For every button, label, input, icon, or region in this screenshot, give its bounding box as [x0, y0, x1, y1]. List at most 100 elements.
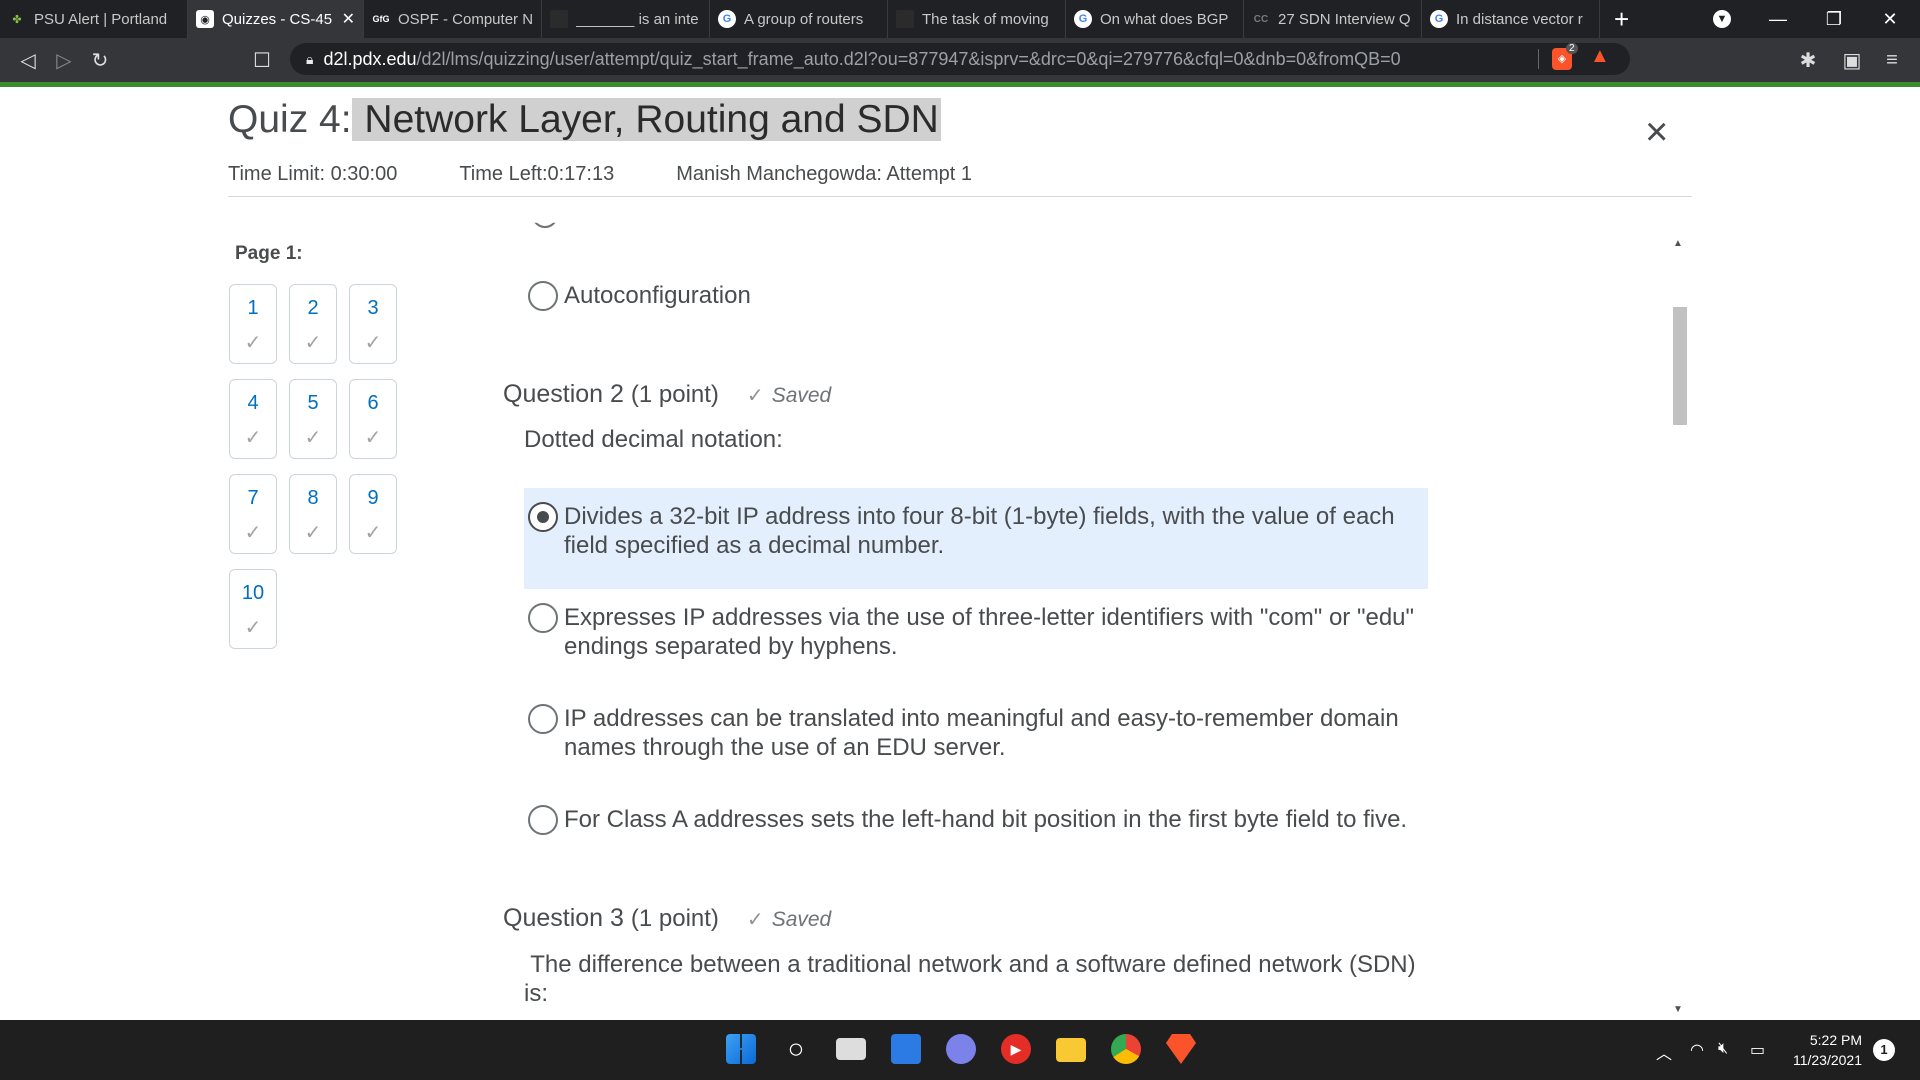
doc-icon	[896, 10, 914, 28]
saved-check-icon: ✓	[746, 909, 764, 931]
q2-option-3[interactable]: IP addresses can be translated into mean…	[528, 704, 1399, 762]
q2-option-1[interactable]: Divides a 32-bit IP address into four 8-…	[528, 502, 1395, 560]
saved-status: Saved	[771, 384, 832, 407]
tab-distance-vector[interactable]: G In distance vector r	[1422, 0, 1600, 38]
chevron-up-icon[interactable]: ︿	[1656, 1040, 1672, 1064]
shields-count: 2	[1566, 43, 1578, 54]
attempt-info: Manish Manchegowda: Attempt 1	[676, 163, 972, 185]
system-clock[interactable]: 5:22 PM 11/23/2021	[1790, 1030, 1862, 1070]
scrollbar-thumb[interactable]	[1673, 307, 1687, 425]
file-explorer-icon[interactable]	[1056, 1038, 1086, 1062]
question-nav-8[interactable]: 8 ✓	[289, 474, 337, 554]
check-icon: ✓	[364, 427, 382, 449]
tab-task-of-moving[interactable]: The task of moving	[888, 0, 1066, 38]
q2-option-4[interactable]: For Class A addresses sets the left-hand…	[528, 805, 1407, 835]
question-nav-10[interactable]: 10 ✓	[229, 569, 277, 649]
google-icon: G	[718, 10, 736, 28]
url-bar[interactable]: 🔒︎ d2l.pdx.edu/d2l/lms/quizzing/user/att…	[290, 43, 1630, 75]
new-tab-button[interactable]: +	[1614, 6, 1629, 32]
check-icon: ✓	[304, 427, 322, 449]
question-2-header: Question 2 (1 point) ✓ Saved	[503, 380, 832, 408]
tab-bgp[interactable]: G On what does BGP	[1066, 0, 1244, 38]
scroll-down-icon[interactable]: ▼	[1673, 1004, 1683, 1015]
tab-search-icon[interactable]: ▼	[1694, 0, 1750, 38]
question-3-header: Question 3 (1 point) ✓ Saved	[503, 904, 832, 932]
radio-button[interactable]	[528, 805, 558, 835]
check-icon: ✓	[304, 332, 322, 354]
question-nav-5[interactable]: 5 ✓	[289, 379, 337, 459]
back-icon[interactable]: ◁	[10, 48, 46, 73]
question-nav-6[interactable]: 6 ✓	[349, 379, 397, 459]
radio-button-selected[interactable]	[528, 502, 558, 532]
quiz-title-highlight: Network Layer, Routing and SDN	[351, 98, 941, 141]
google-icon: G	[1430, 10, 1448, 28]
radio-button[interactable]	[528, 704, 558, 734]
question-3-text: The difference between a traditional net…	[524, 951, 1416, 1007]
tab-sdn-interview[interactable]: CC 27 SDN Interview Q	[1244, 0, 1422, 38]
radio-button[interactable]	[528, 603, 558, 633]
saved-check-icon: ✓	[746, 385, 764, 407]
brave-rewards-icon[interactable]: ▲	[1590, 45, 1610, 68]
url-host: d2l.pdx.edu	[323, 48, 417, 69]
search-icon[interactable]: ○	[781, 1034, 811, 1064]
header-divider	[228, 196, 1692, 197]
wifi-icon[interactable]: ◠	[1690, 1040, 1704, 1060]
tab-psu-alert[interactable]: ✤ PSU Alert | Portland	[0, 0, 188, 38]
radio-button[interactable]	[528, 281, 558, 311]
battery-icon[interactable]: ▭	[1750, 1040, 1765, 1060]
menu-icon[interactable]: ≡	[1874, 49, 1910, 72]
check-icon: ✓	[364, 522, 382, 544]
question-nav-2[interactable]: 2 ✓	[289, 284, 337, 364]
chrome-icon[interactable]	[1111, 1034, 1141, 1064]
question-nav-7[interactable]: 7 ✓	[229, 474, 277, 554]
tab-quizzes[interactable]: ◉ Quizzes - CS-45 ✕	[188, 0, 364, 38]
close-tab-icon[interactable]: ✕	[342, 9, 355, 29]
check-icon: ✓	[244, 427, 262, 449]
extensions-icon[interactable]: ✱	[1790, 48, 1826, 73]
check-icon: ✓	[244, 617, 262, 639]
tab-is-an-inte[interactable]: _______ is an inte	[542, 0, 710, 38]
tab-group-of-routers[interactable]: G A group of routers	[710, 0, 888, 38]
google-icon: G	[1074, 10, 1092, 28]
chat-icon[interactable]	[946, 1034, 976, 1064]
volume-muted-icon[interactable]: 🔇︎	[1718, 1040, 1728, 1058]
check-icon: ✓	[244, 332, 262, 354]
scroll-up-icon[interactable]: ▲	[1673, 238, 1683, 249]
url-path: /d2l/lms/quizzing/user/attempt/quiz_star…	[416, 48, 1401, 69]
time-limit: Time Limit: 0:30:00	[228, 163, 398, 185]
tab-ospf[interactable]: GfG OSPF - Computer N	[364, 0, 542, 38]
forward-icon[interactable]: ▷	[46, 48, 82, 73]
minimize-icon[interactable]: —	[1750, 0, 1806, 38]
browser-tab-bar: ✤ PSU Alert | Portland ◉ Quizzes - CS-45…	[0, 0, 1920, 38]
page-label: Page 1:	[235, 243, 303, 264]
saved-status: Saved	[771, 908, 832, 931]
task-view-icon[interactable]	[836, 1038, 866, 1060]
question-2-text: Dotted decimal notation:	[524, 426, 783, 453]
clipped-option-radio	[532, 222, 558, 228]
check-icon: ✓	[364, 332, 382, 354]
gfg-icon: GfG	[372, 14, 390, 24]
close-quiz-button[interactable]: ×	[1645, 112, 1668, 152]
url-divider	[1538, 49, 1539, 69]
question-nav-3[interactable]: 3 ✓	[349, 284, 397, 364]
cc-icon: CC	[1253, 13, 1269, 25]
restore-icon[interactable]: ❐	[1806, 0, 1862, 38]
media-player-icon[interactable]: ▶	[1001, 1034, 1031, 1064]
wallet-icon[interactable]: ▣	[1834, 48, 1870, 73]
d2l-icon: ◉	[196, 10, 214, 28]
address-toolbar: ◁ ▷ ↻ ☐ 🔒︎ d2l.pdx.edu/d2l/lms/quizzing/…	[0, 38, 1920, 82]
widgets-icon[interactable]	[891, 1034, 921, 1064]
window-close-icon[interactable]: ✕	[1862, 0, 1918, 38]
question-nav-9[interactable]: 9 ✓	[349, 474, 397, 554]
q1-option-autoconfiguration[interactable]: Autoconfiguration	[528, 281, 751, 311]
question-nav-4[interactable]: 4 ✓	[229, 379, 277, 459]
time-left: Time Left:0:17:13	[459, 163, 615, 185]
bookmark-icon[interactable]: ☐	[244, 48, 280, 73]
notification-badge[interactable]: 1	[1873, 1039, 1895, 1061]
question-nav-1[interactable]: 1 ✓	[229, 284, 277, 364]
quiz-title: Quiz 4: Network Layer, Routing and SDN	[228, 98, 941, 141]
reload-icon[interactable]: ↻	[82, 48, 118, 73]
lock-icon: 🔒︎	[306, 50, 314, 67]
q2-option-2[interactable]: Expresses IP addresses via the use of th…	[528, 603, 1414, 661]
doc-icon	[550, 10, 568, 28]
